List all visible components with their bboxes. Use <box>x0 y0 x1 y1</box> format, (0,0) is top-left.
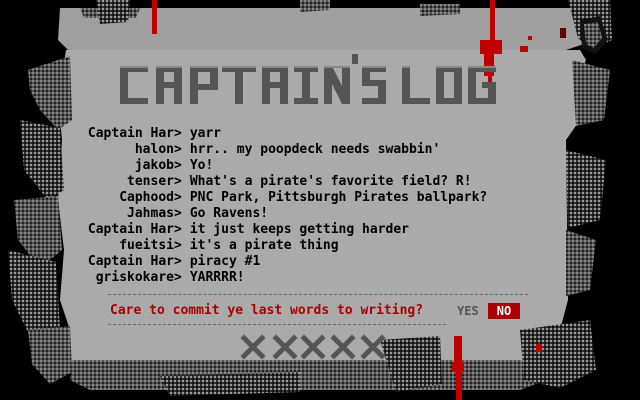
log-entry: Captain Har > it just keeps getting harder <box>78 222 518 238</box>
log-nick: tenser <box>127 174 174 189</box>
log-entry: Caphood > PNC Park, Pittsburgh Pirates bal… <box>78 190 518 206</box>
log-entry: Captain Har > piracy #1 <box>78 254 518 270</box>
log-message: yarr <box>189 126 222 141</box>
log-entry: tenser > What's a pirate's favorite field?… <box>78 174 518 190</box>
log-nick: Captain Har <box>87 254 174 269</box>
prompt-rule-bottom <box>108 324 446 325</box>
log-message: Yo! <box>189 158 214 173</box>
log-nick: Jahmas <box>127 206 174 221</box>
log-message: Go Ravens! <box>189 206 269 221</box>
log-nick: Captain Har <box>87 126 174 141</box>
chat-log: Captain Har > yarr halon > hrr.. my poopdeck… <box>78 126 518 286</box>
log-message: What's a pirate's favorite field? R! <box>189 174 472 189</box>
log-entry: Captain Har > yarr <box>78 126 518 142</box>
log-entry: fueitsi > it's a pirate thing <box>78 238 518 254</box>
log-entry: Jahmas > Go Ravens! <box>78 206 518 222</box>
log-message: it's a pirate thing <box>189 238 339 253</box>
log-entry: halon > hrr.. my poopdeck needs swabbin' <box>78 142 518 158</box>
log-message: YARRRR! <box>189 270 245 285</box>
title-art-highlight <box>120 66 496 68</box>
yes-option[interactable]: YES <box>454 302 482 320</box>
prompt-rule-top <box>108 294 528 295</box>
log-nick: fueitsi <box>119 238 174 253</box>
no-option[interactable]: NO <box>488 303 520 319</box>
log-message: it just keeps getting harder <box>189 222 409 237</box>
log-message: PNC Park, Pittsburgh Pirates ballpark? <box>189 190 488 205</box>
log-nick: jakob <box>134 158 174 173</box>
log-message: piracy #1 <box>189 254 261 269</box>
log-message: hrr.. my poopdeck needs swabbin' <box>189 142 441 157</box>
scroll-top-roll <box>58 0 612 54</box>
log-nick: Captain Har <box>87 222 174 237</box>
commit-prompt: Care to commit ye last words to writing? <box>110 303 424 318</box>
log-entry: griskokare > YARRRR! <box>78 270 518 286</box>
log-entry: jakob > Yo! <box>78 158 518 174</box>
log-nick: halon <box>134 142 174 157</box>
log-nick: griskokare <box>95 270 174 285</box>
log-nick: Caphood <box>119 190 174 205</box>
